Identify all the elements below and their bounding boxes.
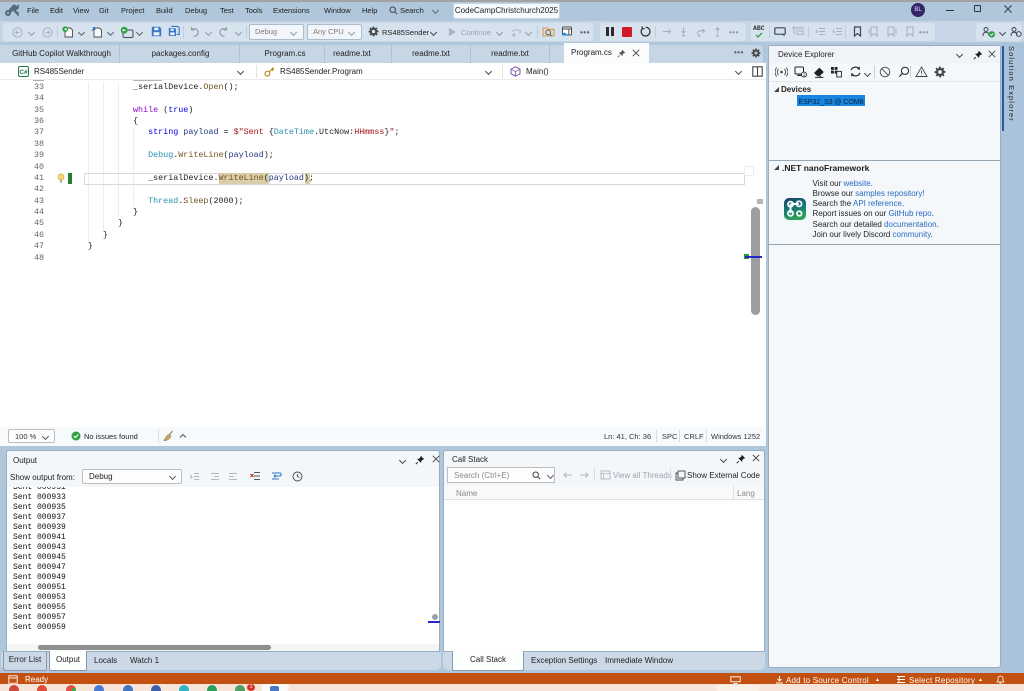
svg-text:C#: C#	[19, 69, 28, 76]
